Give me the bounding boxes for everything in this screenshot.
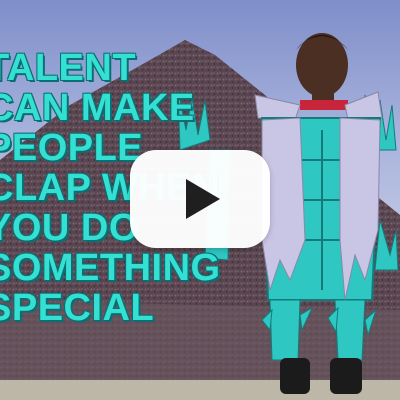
caption-line: SOMETHING bbox=[0, 247, 221, 289]
caption-line: TALENT bbox=[0, 47, 137, 89]
caption-line: CAN MAKE bbox=[0, 87, 195, 129]
caption-line: SPECIAL bbox=[0, 287, 155, 329]
play-button[interactable] bbox=[130, 150, 270, 248]
play-icon bbox=[186, 179, 220, 219]
video-thumbnail[interactable]: TALENT CAN MAKE PEOPLE CLAP WHEN YOU DO … bbox=[0, 0, 400, 400]
